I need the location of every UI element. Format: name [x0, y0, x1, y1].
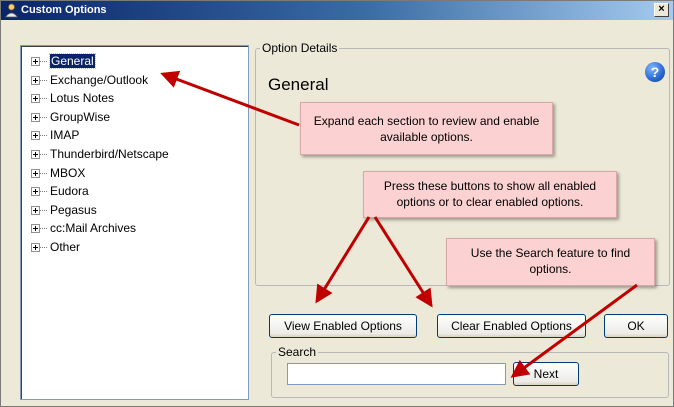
clear-enabled-options-button[interactable]: Clear Enabled Options [437, 314, 586, 338]
tree-item[interactable]: GroupWise [21, 108, 248, 127]
expand-callout: Expand each section to review and enable… [300, 102, 553, 155]
search-callout: Use the Search feature to find options. [446, 238, 655, 286]
tree-connector [40, 246, 47, 248]
tree-item-label: Thunderbird/Netscape [50, 146, 169, 161]
expand-plus-icon[interactable] [31, 112, 40, 122]
tree-connector [40, 191, 47, 193]
ok-button[interactable]: OK [604, 314, 668, 338]
tree-item-label: GroupWise [50, 109, 111, 124]
tree-item[interactable]: Other [21, 238, 248, 257]
options-tree[interactable]: General Exchange/Outlook Lotus Notes GroupW… [20, 45, 249, 400]
tree-item-label: Lotus Notes [50, 91, 115, 106]
tree-item[interactable]: General [21, 52, 248, 71]
tree-connector [40, 61, 47, 62]
tree-connector [40, 79, 47, 81]
tree-item-label: Eudora [50, 184, 89, 199]
help-icon[interactable]: ? [645, 62, 665, 82]
tree-connector [40, 135, 47, 137]
tree-item[interactable]: cc:Mail Archives [21, 219, 248, 238]
expand-plus-icon[interactable] [31, 224, 40, 234]
tree-connector [40, 209, 47, 211]
option-details-legend: Option Details [260, 41, 340, 55]
tree-item-label: General [49, 53, 96, 69]
close-button[interactable]: × [654, 3, 669, 17]
title-bar[interactable]: Custom Options × [1, 1, 673, 20]
tree-item-label: Exchange/Outlook [50, 72, 149, 87]
custom-options-window: Custom Options × General Exchange/Outlook… [0, 0, 674, 407]
tree-item[interactable]: MBOX [21, 164, 248, 183]
expand-plus-icon[interactable] [31, 149, 40, 159]
window-title: Custom Options [21, 4, 107, 16]
tree-item[interactable]: IMAP [21, 126, 248, 145]
expand-plus-icon[interactable] [31, 57, 40, 66]
tree-connector [40, 172, 47, 174]
tree-item-label: MBOX [50, 165, 86, 180]
tree-connector [40, 98, 47, 100]
option-details-title: General [268, 75, 329, 94]
tree-item[interactable]: Thunderbird/Netscape [21, 145, 248, 164]
tree-item-label: IMAP [50, 128, 80, 143]
tree-item[interactable]: Exchange/Outlook [21, 71, 248, 90]
tree-item[interactable]: Eudora [21, 182, 248, 201]
expand-plus-icon[interactable] [31, 75, 40, 85]
buttons-callout: Press these buttons to show all enabled … [363, 171, 617, 218]
expand-plus-icon[interactable] [31, 131, 40, 141]
tree-item[interactable]: Lotus Notes [21, 89, 248, 108]
tree-item-label: Pegasus [50, 202, 97, 217]
tree-connector [40, 228, 47, 230]
expand-plus-icon[interactable] [31, 242, 40, 252]
search-input[interactable] [287, 363, 506, 385]
tree-item-label: Other [50, 239, 81, 254]
tree-item-label: cc:Mail Archives [50, 221, 137, 236]
tree-item[interactable]: Pegasus [21, 201, 248, 220]
tree-connector [40, 116, 47, 118]
search-legend: Search [276, 345, 319, 359]
next-button[interactable]: Next [513, 362, 579, 386]
expand-plus-icon[interactable] [31, 94, 40, 104]
view-enabled-options-button[interactable]: View Enabled Options [269, 314, 417, 338]
person-icon [4, 3, 19, 18]
expand-plus-icon[interactable] [31, 168, 40, 178]
expand-plus-icon[interactable] [31, 187, 40, 197]
tree-connector [40, 153, 47, 155]
expand-plus-icon[interactable] [31, 205, 40, 215]
